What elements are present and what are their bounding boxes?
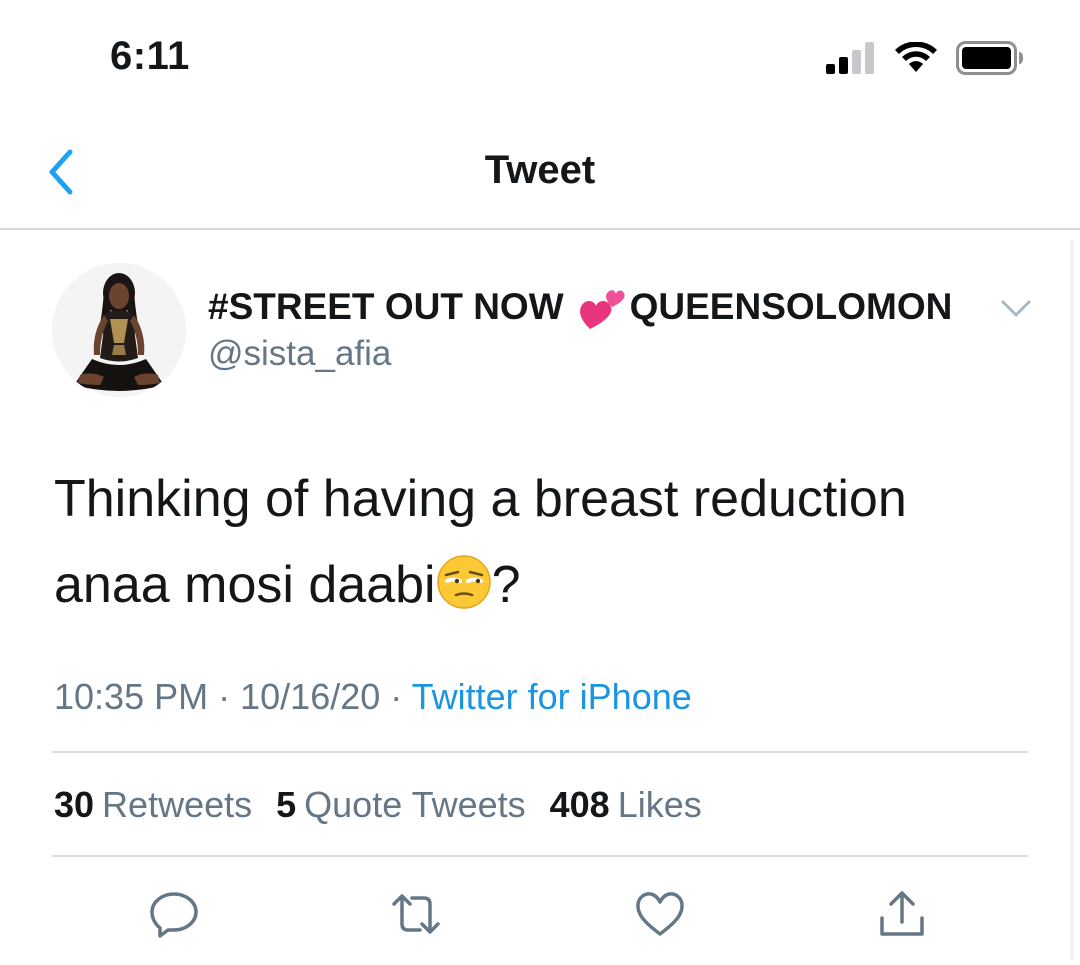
avatar[interactable] — [52, 263, 186, 397]
display-name[interactable]: #STREET OUT NOW QUEENSOLOMON — [208, 285, 952, 329]
scrollbar — [1070, 240, 1074, 960]
retweets-count: 30 — [54, 784, 95, 825]
tweet-time: 10:35 PM — [54, 676, 209, 717]
meta-separator: · — [218, 676, 231, 717]
status-icons — [826, 40, 1024, 76]
nav-bar: Tweet — [0, 120, 1080, 230]
quote-tweets-count: 5 — [276, 784, 297, 825]
battery-icon — [956, 41, 1023, 75]
display-name-part1: #STREET OUT NOW — [208, 286, 564, 327]
page-title: Tweet — [484, 148, 596, 192]
tweet-meta: 10:35 PM · 10/16/20 · Twitter for iPhone — [54, 676, 692, 718]
divider — [52, 751, 1028, 753]
share-button[interactable] — [876, 888, 928, 940]
chevron-down-icon — [1001, 300, 1031, 317]
meta-separator: · — [390, 676, 403, 717]
retweet-button[interactable] — [388, 888, 440, 940]
unamused-face-emoji — [436, 555, 491, 609]
retweets-label: Retweets — [102, 784, 253, 825]
avatar-image — [52, 263, 186, 397]
share-icon — [880, 891, 924, 936]
tweet-stats: 30 Retweets 5 Quote Tweets 408 Likes — [54, 784, 702, 826]
reply-icon — [150, 892, 198, 938]
user-handle[interactable]: @sista_afia — [208, 334, 391, 374]
likes-count: 408 — [549, 784, 610, 825]
retweet-icon — [392, 894, 440, 934]
tweet-text-line2-suffix: ? — [491, 556, 521, 614]
tweet-text: Thinking of having a breast reduction an… — [54, 456, 1034, 628]
two-hearts-emoji — [579, 290, 625, 329]
divider — [52, 855, 1028, 857]
tweet-source-link[interactable]: Twitter for iPhone — [412, 676, 692, 717]
status-bar: 6:11 — [0, 0, 1080, 110]
tweet-text-line2: anaa mosi daabi ? — [54, 542, 1034, 628]
likes-label: Likes — [617, 784, 702, 825]
quote-tweets-stat[interactable]: 5 Quote Tweets — [276, 784, 526, 826]
status-time: 6:11 — [110, 34, 190, 78]
tweet-date: 10/16/20 — [240, 676, 381, 717]
tweet-text-line2-prefix: anaa mosi daabi — [54, 556, 436, 614]
like-button[interactable] — [634, 888, 686, 940]
likes-stat[interactable]: 408 Likes — [550, 784, 702, 826]
more-options-button[interactable] — [1000, 296, 1032, 320]
wifi-icon — [895, 42, 937, 72]
reply-button[interactable] — [148, 888, 200, 940]
cellular-signal-icon — [826, 42, 874, 74]
display-name-part2: QUEENSOLOMON — [629, 286, 953, 327]
tweet-text-line1: Thinking of having a breast reduction — [54, 470, 907, 528]
quote-tweets-label: Quote Tweets — [304, 784, 526, 825]
retweets-stat[interactable]: 30 Retweets — [54, 784, 252, 826]
like-icon — [636, 892, 684, 936]
